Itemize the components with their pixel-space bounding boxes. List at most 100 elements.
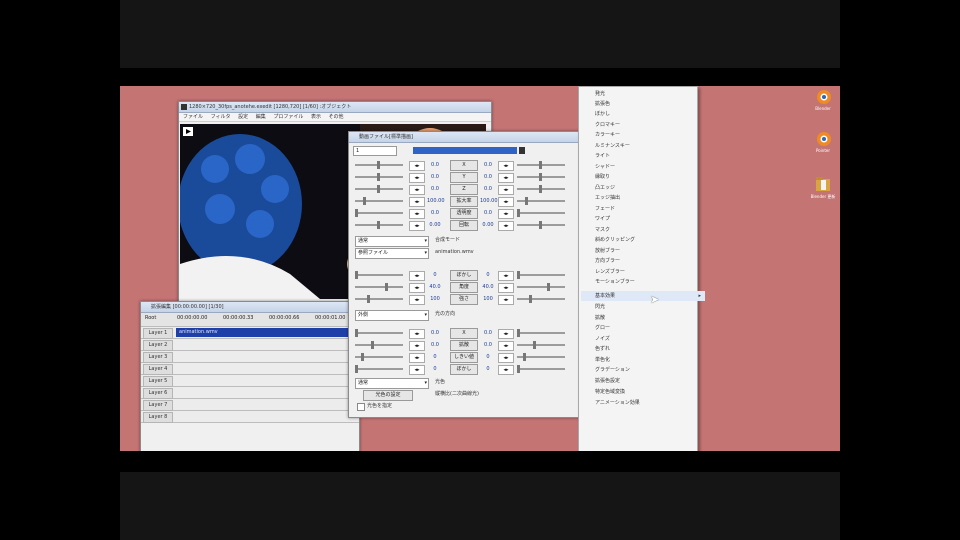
param-button[interactable]: 角度 [450,282,478,293]
menu-item[interactable]: ライト [595,151,610,161]
layer-label[interactable]: Layer 8 [143,412,173,423]
layer-row[interactable]: Layer 1 animation.wmv [141,327,379,339]
spin-button[interactable]: ◂▸ [498,341,514,351]
blend-mode-dropdown[interactable]: 通常 [355,236,429,247]
timeline-ruler[interactable]: Root 00:00:00.00 00:00:00.33 00:00:00.66… [141,313,359,327]
param-slider-right[interactable] [517,197,565,205]
layer-label[interactable]: Layer 7 [143,400,173,411]
menu-item[interactable]: フェード [595,204,615,214]
layer-row[interactable]: Layer 3 [141,351,359,363]
param-value-right[interactable]: 0.0 [480,173,496,181]
menu-item[interactable]: ワイプ [595,214,610,224]
param-slider-right[interactable] [517,185,565,193]
param-value-left[interactable]: 0 [427,271,443,279]
param-value-right[interactable]: 0.0 [480,329,496,337]
spin-button[interactable]: ◂▸ [409,353,425,363]
spin-button[interactable]: ◂▸ [409,221,425,231]
menu-item[interactable]: 縁取り [595,172,610,182]
param-slider-left[interactable] [355,365,403,373]
param-slider-right[interactable] [517,365,565,373]
menu-item[interactable]: ルミナンスキー [595,141,630,151]
param-value-left[interactable]: 0.0 [427,341,443,349]
menu-item[interactable]: グロー [595,323,610,333]
layer-row[interactable]: Layer 2 [141,339,359,351]
param-value-left[interactable]: 0 [427,365,443,373]
param-value-left[interactable]: 0.00 [427,221,443,229]
frame-field[interactable]: 1 [353,146,397,156]
spin-button[interactable]: ◂▸ [409,365,425,375]
spin-button[interactable]: ◂▸ [498,365,514,375]
reference-file-button[interactable]: 参照ファイル [355,248,429,259]
menu-item[interactable]: 発光 [595,89,605,99]
frame-scrollbar[interactable] [413,147,517,154]
param-value-left[interactable]: 100.00 [427,197,445,205]
menu-item[interactable]: 凸エッジ [595,183,615,193]
param-value-right[interactable]: 0.00 [480,221,496,229]
menu-item[interactable]: ぼかし [595,109,610,119]
menu-view[interactable]: 表示 [311,114,321,120]
layer-label[interactable]: Layer 6 [143,388,173,399]
param-value-left[interactable]: 40.0 [427,283,443,291]
light-color-checkbox[interactable] [357,403,365,411]
spin-button[interactable]: ◂▸ [498,161,514,171]
timeline-titlebar[interactable]: 拡張編集 [00:00:00.00] [1/30] [141,302,359,313]
menu-other[interactable]: その他 [329,114,344,120]
menu-item[interactable]: 拡張色 [595,99,610,109]
param-slider-left[interactable] [355,353,403,361]
menu-edit[interactable]: 編集 [256,114,266,120]
param-button[interactable]: 回転 [450,220,478,231]
menu-settings[interactable]: 設定 [238,114,248,120]
layer-label[interactable]: Layer 2 [143,340,173,351]
spin-button[interactable]: ◂▸ [498,271,514,281]
spin-button[interactable]: ◂▸ [498,185,514,195]
param-value-right[interactable]: 100 [480,295,496,303]
param-slider-left[interactable] [355,283,403,291]
param-value-right[interactable]: 0 [480,271,496,279]
spin-button[interactable]: ◂▸ [409,283,425,293]
spin-button[interactable]: ◂▸ [409,161,425,171]
param-slider-left[interactable] [355,341,403,349]
menu-item[interactable]: 特定色域変換 [595,387,625,397]
layer-row[interactable]: Layer 8 [141,411,359,423]
param-value-left[interactable]: 0.0 [427,185,443,193]
menu-item[interactable]: カラーキー [595,130,620,140]
layer-row[interactable]: Layer 4 [141,363,359,375]
param-button[interactable]: ぼかし [450,270,478,281]
param-slider-left[interactable] [355,161,403,169]
param-slider-left[interactable] [355,173,403,181]
blend-mode-dropdown-2[interactable]: 通常 [355,378,429,389]
light-color-button[interactable]: 光色の設定 [363,390,413,401]
param-value-left[interactable]: 0.0 [427,173,443,181]
spin-button[interactable]: ◂▸ [498,209,514,219]
param-value-left[interactable]: 0.0 [427,209,443,217]
param-value-right[interactable]: 0.0 [480,209,496,217]
layer-label[interactable]: Layer 5 [143,376,173,387]
spin-button[interactable]: ◂▸ [409,271,425,281]
param-value-left[interactable]: 0.0 [427,161,443,169]
main-window-titlebar[interactable]: 1280×720_30fps_anotehe.exedit [1280,720]… [179,102,491,113]
spin-button[interactable]: ◂▸ [409,185,425,195]
param-button[interactable]: 強さ [450,294,478,305]
param-button[interactable]: Y [450,172,478,183]
param-value-right[interactable]: 0 [480,365,496,373]
param-button[interactable]: ぼかし [450,364,478,375]
layer-row[interactable]: Layer 7 [141,399,359,411]
menu-item[interactable]: レンズブラー [595,267,625,277]
layer-label[interactable]: Layer 1 [143,328,173,339]
param-slider-right[interactable] [517,161,565,169]
layer-row[interactable]: Layer 6 [141,387,359,399]
layer-row[interactable]: Layer 5 [141,375,359,387]
menu-item[interactable]: 放射ブラー [595,246,620,256]
param-slider-right[interactable] [517,283,565,291]
param-value-right[interactable]: 0.0 [480,341,496,349]
param-slider-right[interactable] [517,295,565,303]
param-button[interactable]: 拡散 [450,340,478,351]
menu-item[interactable]: アニメーション効果 [595,398,640,408]
spin-button[interactable]: ◂▸ [409,197,425,207]
spin-button[interactable]: ◂▸ [498,197,514,207]
menu-item[interactable]: 拡張色設定 [595,376,620,386]
param-slider-left[interactable] [355,271,403,279]
spin-button[interactable]: ◂▸ [498,221,514,231]
param-button[interactable]: しきい値 [450,352,478,363]
spin-button[interactable]: ◂▸ [498,283,514,293]
